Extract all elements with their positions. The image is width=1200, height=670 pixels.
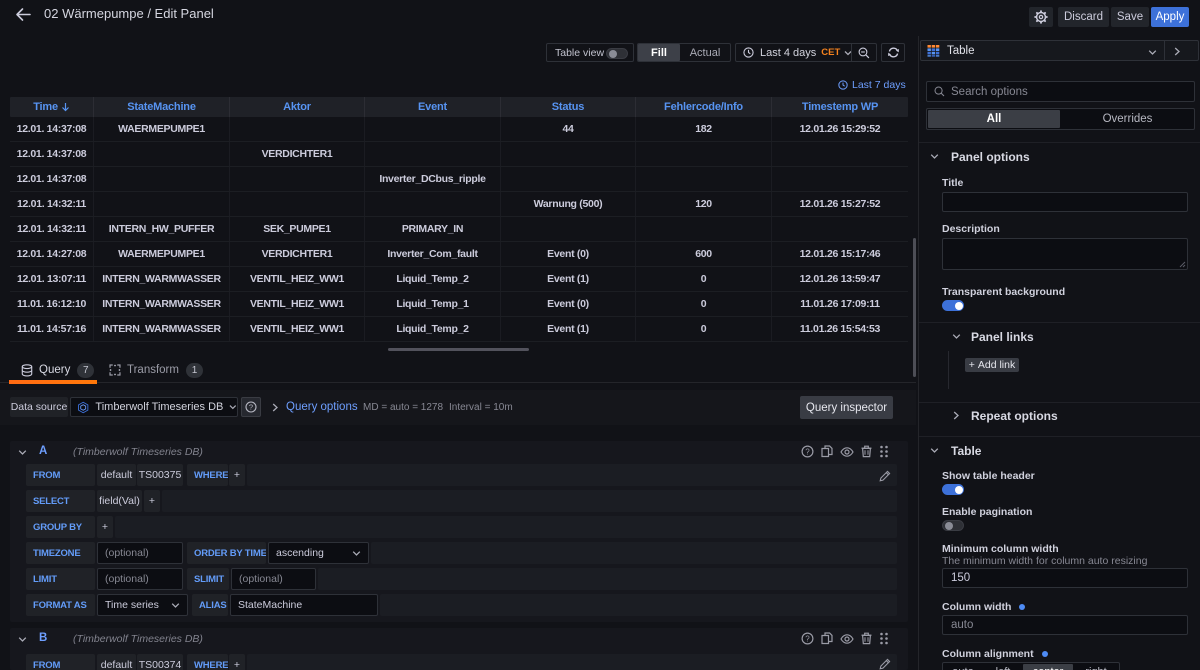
- svg-text:?: ?: [249, 403, 253, 412]
- svg-text:?: ?: [805, 447, 810, 456]
- svg-text:?: ?: [805, 634, 810, 643]
